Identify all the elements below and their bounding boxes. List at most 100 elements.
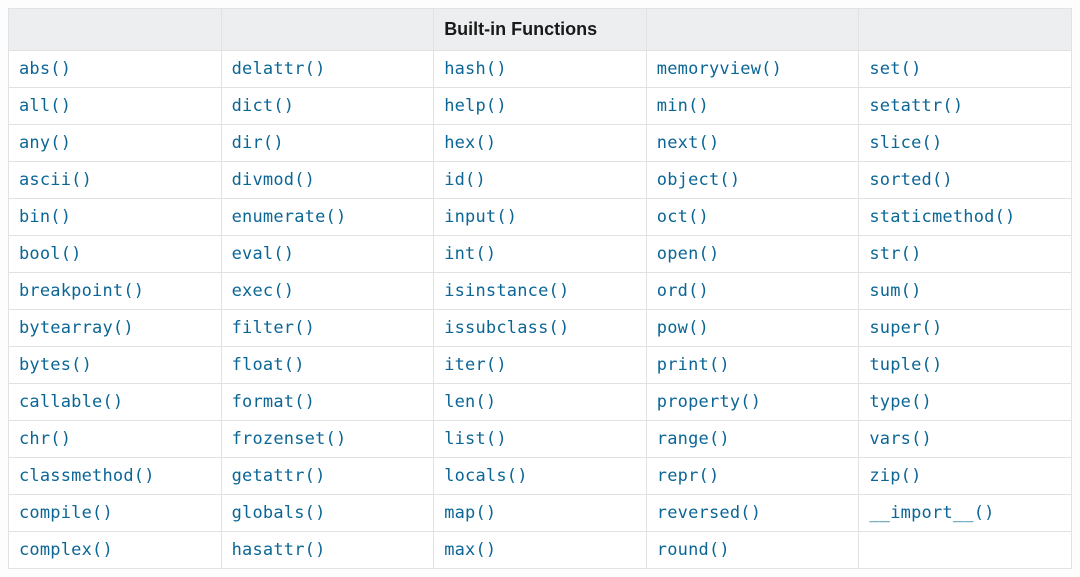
function-link[interactable]: __import__() — [869, 503, 994, 523]
function-link[interactable]: filter() — [232, 318, 315, 338]
function-link[interactable]: divmod() — [232, 170, 315, 190]
function-link[interactable]: repr() — [657, 466, 720, 486]
function-link[interactable]: slice() — [869, 133, 942, 153]
table-cell: zip() — [859, 458, 1072, 495]
function-link[interactable]: open() — [657, 244, 720, 264]
function-link[interactable]: hasattr() — [232, 540, 326, 560]
function-link[interactable]: getattr() — [232, 466, 326, 486]
function-link[interactable]: iter() — [444, 355, 507, 375]
function-link[interactable]: hex() — [444, 133, 496, 153]
table-cell: staticmethod() — [859, 199, 1072, 236]
table-cell: bytes() — [9, 347, 222, 384]
function-link[interactable]: map() — [444, 503, 496, 523]
function-link[interactable]: bytes() — [19, 355, 92, 375]
function-link[interactable]: abs() — [19, 59, 71, 79]
function-link[interactable]: callable() — [19, 392, 123, 412]
table-cell: set() — [859, 51, 1072, 88]
function-link[interactable]: breakpoint() — [19, 281, 144, 301]
table-cell: reversed() — [646, 495, 859, 532]
function-link[interactable]: super() — [869, 318, 942, 338]
table-row: ascii() divmod() id() object() sorted() — [9, 162, 1072, 199]
function-link[interactable]: ascii() — [19, 170, 92, 190]
function-link[interactable]: frozenset() — [232, 429, 347, 449]
function-link[interactable]: oct() — [657, 207, 709, 227]
function-link[interactable]: any() — [19, 133, 71, 153]
function-link[interactable]: max() — [444, 540, 496, 560]
function-link[interactable]: issubclass() — [444, 318, 569, 338]
table-row: chr() frozenset() list() range() vars() — [9, 421, 1072, 458]
function-link[interactable]: complex() — [19, 540, 113, 560]
table-cell: id() — [434, 162, 647, 199]
function-link[interactable]: all() — [19, 96, 71, 116]
table-cell: float() — [221, 347, 434, 384]
table-cell: dir() — [221, 125, 434, 162]
table-cell: ord() — [646, 273, 859, 310]
function-link[interactable]: round() — [657, 540, 730, 560]
function-link[interactable]: min() — [657, 96, 709, 116]
function-link[interactable]: vars() — [869, 429, 932, 449]
function-link[interactable]: eval() — [232, 244, 295, 264]
table-cell: round() — [646, 532, 859, 569]
function-link[interactable]: ord() — [657, 281, 709, 301]
header-cell — [9, 9, 222, 51]
table-cell: min() — [646, 88, 859, 125]
table-cell: isinstance() — [434, 273, 647, 310]
function-link[interactable]: list() — [444, 429, 507, 449]
header-cell — [221, 9, 434, 51]
function-link[interactable]: globals() — [232, 503, 326, 523]
function-link[interactable]: tuple() — [869, 355, 942, 375]
function-link[interactable]: print() — [657, 355, 730, 375]
function-link[interactable]: reversed() — [657, 503, 761, 523]
table-cell: object() — [646, 162, 859, 199]
table-cell: filter() — [221, 310, 434, 347]
function-link[interactable]: staticmethod() — [869, 207, 1015, 227]
function-link[interactable]: float() — [232, 355, 305, 375]
table-cell: delattr() — [221, 51, 434, 88]
function-link[interactable]: delattr() — [232, 59, 326, 79]
function-link[interactable]: isinstance() — [444, 281, 569, 301]
function-link[interactable]: setattr() — [869, 96, 963, 116]
table-row: complex() hasattr() max() round() — [9, 532, 1072, 569]
function-link[interactable]: pow() — [657, 318, 709, 338]
table-cell: issubclass() — [434, 310, 647, 347]
function-link[interactable]: hash() — [444, 59, 507, 79]
function-link[interactable]: len() — [444, 392, 496, 412]
function-link[interactable]: range() — [657, 429, 730, 449]
function-link[interactable]: sum() — [869, 281, 921, 301]
table-cell: sorted() — [859, 162, 1072, 199]
function-link[interactable]: set() — [869, 59, 921, 79]
function-link[interactable]: locals() — [444, 466, 527, 486]
function-link[interactable]: dict() — [232, 96, 295, 116]
function-link[interactable]: bool() — [19, 244, 82, 264]
function-link[interactable]: int() — [444, 244, 496, 264]
function-link[interactable]: sorted() — [869, 170, 952, 190]
table-row: bool() eval() int() open() str() — [9, 236, 1072, 273]
function-link[interactable]: exec() — [232, 281, 295, 301]
function-link[interactable]: str() — [869, 244, 921, 264]
function-link[interactable]: help() — [444, 96, 507, 116]
function-link[interactable]: bytearray() — [19, 318, 134, 338]
table-header: Built-in Functions — [9, 9, 1072, 51]
table-cell: dict() — [221, 88, 434, 125]
table-body: abs() delattr() hash() memoryview() set() all… — [9, 51, 1072, 569]
function-link[interactable]: property() — [657, 392, 761, 412]
function-link[interactable]: memoryview() — [657, 59, 782, 79]
table-cell: locals() — [434, 458, 647, 495]
function-link[interactable]: bin() — [19, 207, 71, 227]
function-link[interactable]: object() — [657, 170, 740, 190]
function-link[interactable]: zip() — [869, 466, 921, 486]
function-link[interactable]: dir() — [232, 133, 284, 153]
function-link[interactable]: next() — [657, 133, 720, 153]
function-link[interactable]: compile() — [19, 503, 113, 523]
function-link[interactable]: type() — [869, 392, 932, 412]
function-link[interactable]: classmethod() — [19, 466, 155, 486]
table-cell: classmethod() — [9, 458, 222, 495]
table-row: abs() delattr() hash() memoryview() set() — [9, 51, 1072, 88]
function-link[interactable]: enumerate() — [232, 207, 347, 227]
table-cell: property() — [646, 384, 859, 421]
function-link[interactable]: input() — [444, 207, 517, 227]
function-link[interactable]: format() — [232, 392, 315, 412]
table-cell: getattr() — [221, 458, 434, 495]
function-link[interactable]: id() — [444, 170, 486, 190]
function-link[interactable]: chr() — [19, 429, 71, 449]
